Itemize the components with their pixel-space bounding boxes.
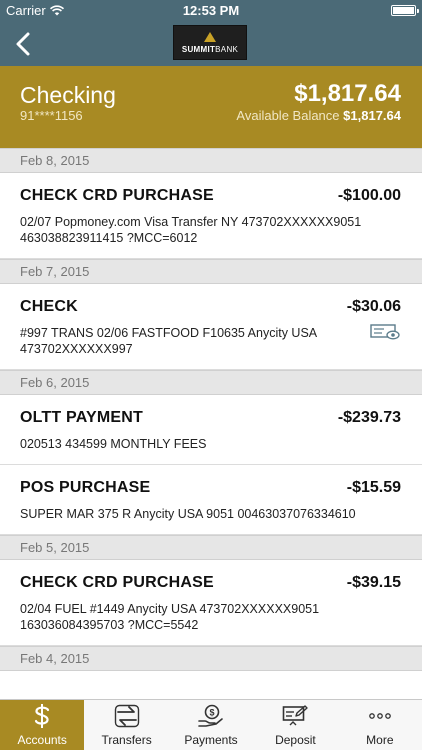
transaction-title: CHECK CRD PURCHASE (20, 574, 214, 591)
transaction-amount: -$15.59 (346, 479, 401, 496)
transaction-row[interactable]: CHECK CRD PURCHASE -$100.00 02/07 Popmon… (0, 173, 422, 259)
tab-label: More (366, 733, 394, 747)
tab-label: Payments (184, 733, 238, 747)
logo-text: SUMMITBANK (181, 44, 239, 54)
transaction-description: 02/04 FUEL #1449 Anycity USA 473702XXXXX… (20, 602, 320, 632)
summit-bank-logo: SUMMITBANK (173, 25, 247, 60)
date-header: Feb 7, 2015 (0, 259, 422, 284)
transaction-row[interactable]: POS PURCHASE -$15.59 SUPER MAR 375 R Any… (0, 465, 422, 535)
transaction-title: POS PURCHASE (20, 479, 151, 496)
date-header: Feb 5, 2015 (0, 535, 422, 560)
back-button[interactable] (10, 30, 38, 58)
status-bar: Carrier 12:53 PM (0, 0, 422, 22)
transaction-description: #997 TRANS 02/06 FASTFOOD F10635 Anycity… (20, 326, 317, 356)
transaction-description: 02/07 Popmoney.com Visa Transfer NY 4737… (20, 215, 362, 245)
transaction-amount: -$239.73 (337, 409, 401, 426)
available-balance-amount: $1,817.64 (343, 108, 401, 123)
tab-bar: Accounts Transfers $ Payments Deposit Mo… (0, 699, 422, 750)
svg-text:$: $ (210, 708, 215, 718)
tab-label: Transfers (101, 733, 152, 747)
transaction-description: SUPER MAR 375 R Anycity USA 9051 0046303… (20, 507, 356, 521)
tab-accounts[interactable]: Accounts (0, 700, 85, 750)
date-header: Feb 8, 2015 (0, 148, 422, 173)
transfer-arrows-icon (114, 703, 140, 729)
chevron-left-icon (16, 32, 30, 56)
transaction-amount: -$30.06 (346, 298, 401, 315)
dollar-icon (29, 703, 55, 729)
check-image-icon[interactable] (370, 324, 400, 340)
transaction-amount: -$39.15 (346, 574, 401, 591)
account-name: Checking (20, 82, 116, 108)
transaction-row[interactable]: CHECK -$30.06 #997 TRANS 02/06 FASTFOOD … (0, 284, 422, 370)
transaction-amount: -$100.00 (337, 187, 401, 204)
battery-icon (391, 5, 419, 16)
transaction-title: CHECK (20, 298, 78, 315)
tab-more[interactable]: More (338, 700, 422, 750)
tab-payments[interactable]: $ Payments (169, 700, 253, 750)
tab-deposit[interactable]: Deposit (253, 700, 337, 750)
transaction-row[interactable]: CHECK CRD PURCHASE -$39.15 02/04 FUEL #1… (0, 560, 422, 646)
transaction-description: 020513 434599 MONTHLY FEES (20, 437, 207, 451)
tab-label: Deposit (275, 733, 316, 747)
date-header: Feb 4, 2015 (0, 646, 422, 671)
more-dots-icon (367, 703, 393, 729)
account-number: 91****1156 (20, 108, 83, 123)
check-deposit-icon (282, 703, 309, 729)
transaction-list[interactable]: Feb 8, 2015 CHECK CRD PURCHASE -$100.00 … (0, 148, 422, 699)
available-balance: Available Balance $1,817.64 (236, 108, 401, 123)
available-balance-label: Available Balance (236, 108, 340, 123)
payment-hand-icon: $ (198, 703, 224, 729)
nav-bar: SUMMITBANK (0, 22, 422, 66)
status-time: 12:53 PM (182, 3, 240, 18)
account-summary: Checking 91****1156 $1,817.64 Available … (0, 66, 422, 148)
account-balance: $1,817.64 (294, 80, 401, 107)
mountain-icon (204, 31, 216, 42)
tab-label: Accounts (17, 733, 67, 747)
date-header: Feb 6, 2015 (0, 370, 422, 395)
transaction-row[interactable]: OLTT PAYMENT -$239.73 020513 434599 MONT… (0, 395, 422, 465)
tab-transfers[interactable]: Transfers (84, 700, 168, 750)
